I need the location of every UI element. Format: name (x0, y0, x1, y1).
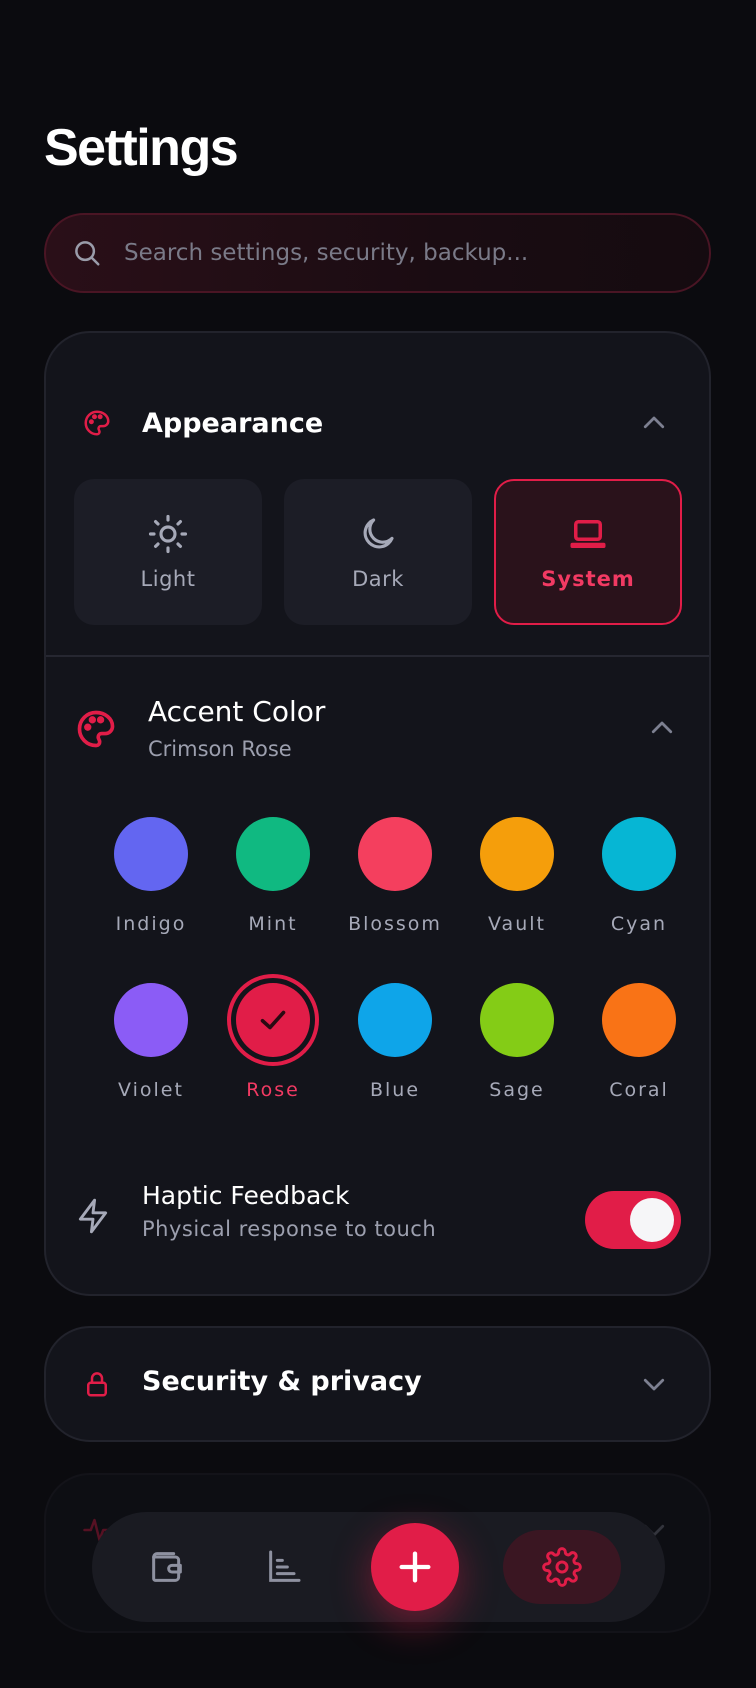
swatch-coral[interactable]: Coral (578, 983, 700, 1101)
color-dot[interactable] (236, 817, 310, 891)
color-dot-selected[interactable] (236, 983, 310, 1057)
check-icon (260, 1010, 286, 1030)
swatch-label: Cyan (610, 913, 668, 935)
appearance-title: Appearance (142, 407, 324, 439)
haptic-feedback-row: Haptic Feedback Physical response to tou… (46, 1173, 709, 1253)
chevron-up-icon[interactable] (639, 408, 669, 438)
swatch-label: Blue (369, 1079, 421, 1101)
color-dot[interactable] (602, 983, 676, 1057)
color-dot[interactable] (114, 983, 188, 1057)
toggle-knob (630, 1198, 674, 1242)
search-input[interactable] (124, 240, 684, 266)
moon-icon (363, 518, 394, 549)
mode-light[interactable]: Light (74, 479, 262, 625)
section-divider (46, 655, 709, 657)
lightning-icon (78, 1198, 108, 1234)
swatch-rose[interactable]: Rose (212, 983, 334, 1101)
accent-color-current: Crimson Rose (148, 737, 292, 761)
nav-settings[interactable] (503, 1530, 621, 1604)
mode-system-label: System (541, 567, 635, 591)
swatch-indigo[interactable]: Indigo (90, 817, 212, 935)
haptic-subtitle: Physical response to touch (142, 1217, 437, 1241)
accent-color-title: Accent Color (148, 695, 326, 728)
security-card[interactable]: Security & privacy (44, 1326, 711, 1442)
appearance-card: Appearance Light Dark System Accent Colo… (44, 331, 711, 1296)
swatch-blue[interactable]: Blue (334, 983, 456, 1101)
swatch-mint[interactable]: Mint (212, 817, 334, 935)
search-bar[interactable] (44, 213, 711, 293)
swatch-label: Vault (488, 913, 546, 935)
color-dot[interactable] (480, 817, 554, 891)
swatch-label: Rose (246, 1079, 300, 1101)
laptop-icon (570, 520, 606, 548)
color-dot[interactable] (480, 983, 554, 1057)
swatch-label: Sage (489, 1079, 545, 1101)
nav-wallet[interactable] (132, 1512, 202, 1622)
haptic-title: Haptic Feedback (142, 1181, 350, 1210)
search-icon (75, 241, 100, 266)
mode-dark-label: Dark (352, 567, 404, 591)
mode-dark[interactable]: Dark (284, 479, 472, 625)
lock-icon (87, 1372, 107, 1397)
swatch-label: Violet (118, 1079, 184, 1101)
swatch-vault[interactable]: Vault (456, 817, 578, 935)
swatch-label: Mint (248, 913, 298, 935)
swatch-violet[interactable]: Violet (90, 983, 212, 1101)
security-header[interactable]: Security & privacy (46, 1328, 709, 1440)
accent-color-header[interactable]: Accent Color Crimson Rose (46, 689, 709, 769)
haptic-toggle[interactable] (585, 1191, 681, 1249)
swatch-blossom[interactable]: Blossom (334, 817, 456, 935)
swatch-label: Indigo (115, 913, 187, 935)
plus-icon (399, 1551, 431, 1583)
swatch-label: Coral (609, 1079, 669, 1101)
chevron-up-icon[interactable] (647, 713, 677, 743)
bar-chart-icon (269, 1550, 301, 1582)
mode-system[interactable]: System (494, 479, 682, 625)
color-dot[interactable] (358, 983, 432, 1057)
mode-light-label: Light (140, 567, 196, 591)
palette-icon (84, 410, 110, 436)
wallet-icon (152, 1552, 182, 1582)
palette-icon (77, 710, 115, 748)
accent-swatch-grid: Indigo Mint Blossom Vault Cyan Violet Ro… (90, 817, 702, 1101)
swatch-cyan[interactable]: Cyan (578, 817, 700, 935)
settings-screen: Settings Appearance (0, 0, 756, 1688)
color-dot[interactable] (114, 817, 188, 891)
gear-icon (542, 1547, 582, 1587)
sun-icon (148, 514, 188, 554)
theme-mode-selector: Light Dark System (74, 479, 682, 625)
chevron-down-icon[interactable] (639, 1369, 669, 1399)
page-title: Settings (44, 119, 239, 177)
color-dot[interactable] (602, 817, 676, 891)
appearance-header[interactable]: Appearance (46, 391, 709, 455)
swatch-sage[interactable]: Sage (456, 983, 578, 1101)
swatch-label: Blossom (348, 913, 442, 935)
security-title: Security & privacy (142, 1366, 422, 1397)
add-button[interactable] (371, 1523, 459, 1611)
color-dot[interactable] (358, 817, 432, 891)
nav-stats[interactable] (249, 1512, 319, 1622)
